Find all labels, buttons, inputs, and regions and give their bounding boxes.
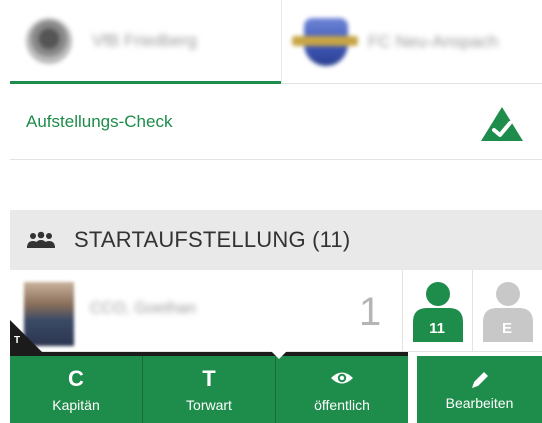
captain-glyph: C	[68, 365, 84, 391]
edit-button[interactable]: Bearbeiten	[417, 356, 542, 423]
goalkeeper-glyph: T	[202, 365, 216, 391]
player-row[interactable]: T CCO, Goethan 1 11 E	[10, 270, 542, 352]
starting-lineup-header: STARTAUFSTELLUNG (11)	[10, 210, 542, 270]
player-name: CCO, Goethan	[90, 300, 196, 317]
edit-label: Bearbeiten	[445, 394, 514, 411]
group-people-icon	[27, 231, 55, 248]
captain-label: Kapitän	[52, 396, 100, 413]
lineup-check-row[interactable]: Aufstellungs-Check	[10, 84, 542, 160]
starter-badge: 11	[429, 320, 445, 337]
role-substitute-toggle[interactable]: E	[472, 270, 540, 352]
public-label: öffentlich	[314, 396, 370, 413]
player-action-bar: C Kapitän T Torwart öffentlich	[10, 352, 408, 423]
role-starter-toggle[interactable]: 11	[402, 270, 470, 352]
substitute-badge: E	[501, 320, 512, 337]
pencil-icon	[471, 371, 488, 388]
team-crest-icon	[26, 17, 72, 64]
goalkeeper-label: Torwart	[186, 396, 232, 413]
corner-letter: T	[14, 335, 21, 346]
public-button[interactable]: öffentlich	[276, 356, 408, 423]
check-triangle-icon	[481, 107, 523, 141]
tab-away-team[interactable]: FC Neu-Anspach	[281, 0, 542, 84]
captain-button[interactable]: C Kapitän	[10, 356, 143, 423]
team-tabs: VfB Friedberg FC Neu-Anspach	[10, 0, 542, 84]
team-crest-icon	[292, 18, 358, 66]
goalkeeper-button[interactable]: T Torwart	[143, 356, 276, 423]
away-team-name: FC Neu-Anspach	[368, 32, 499, 51]
eye-icon	[331, 372, 353, 383]
bar-pointer	[268, 348, 290, 359]
tab-home-team[interactable]: VfB Friedberg	[10, 0, 281, 84]
section-title: STARTAUFSTELLUNG (11)	[74, 227, 351, 252]
home-team-name: VfB Friedberg	[92, 30, 197, 50]
spacer	[10, 160, 542, 210]
player-number: 1	[358, 290, 382, 334]
lineup-check-label: Aufstellungs-Check	[26, 111, 173, 131]
